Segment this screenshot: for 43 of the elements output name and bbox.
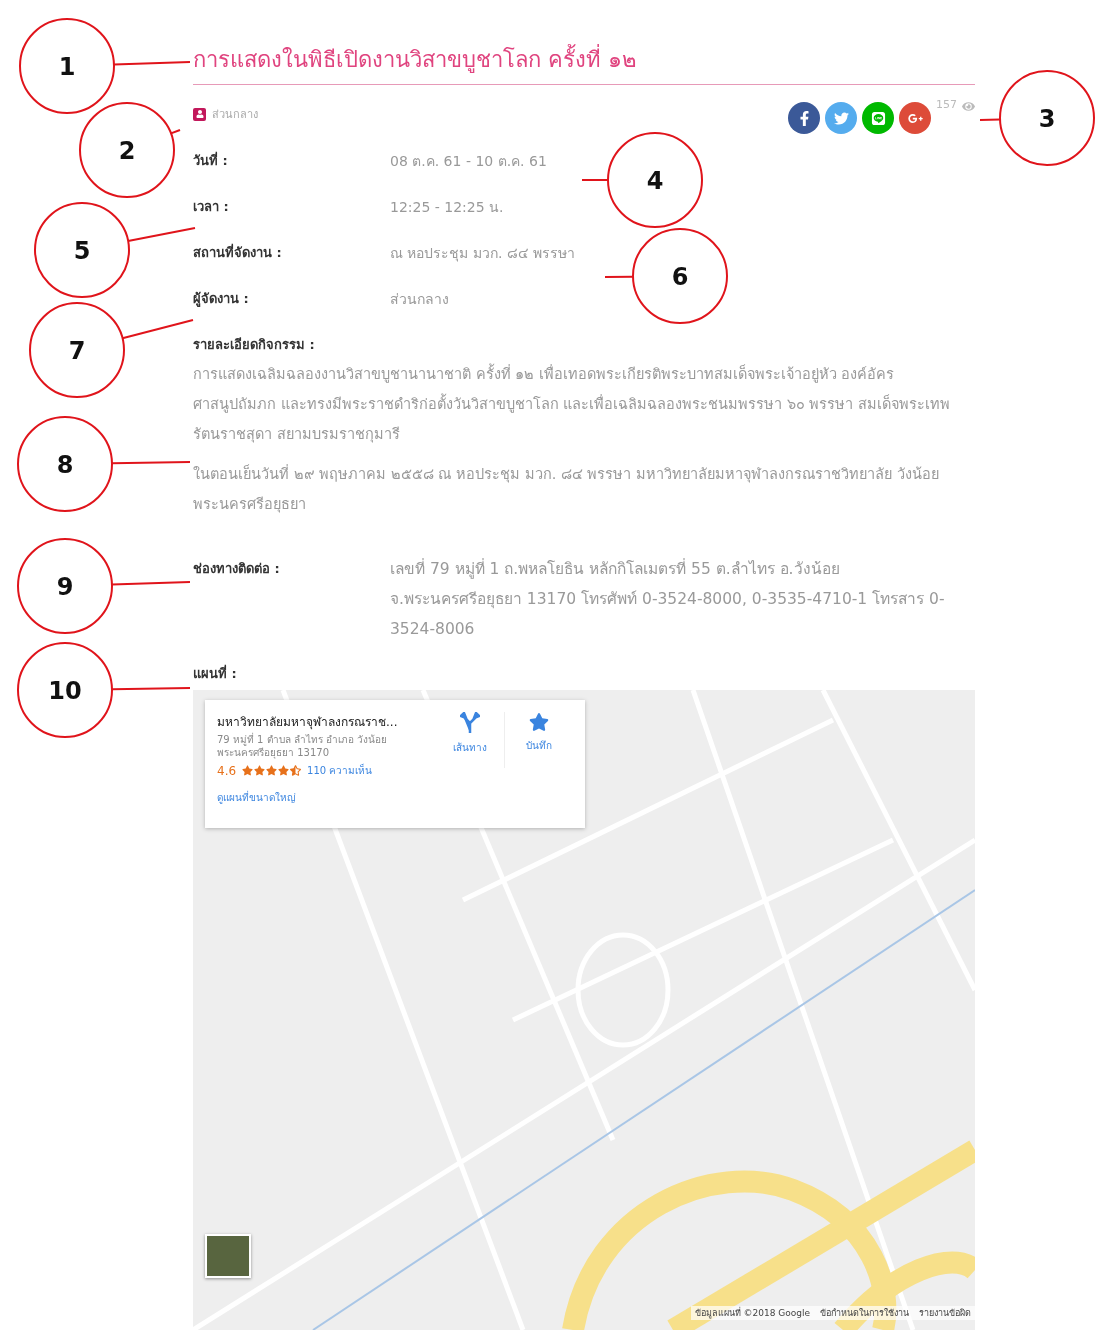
- map-footer-text[interactable]: ข้อกำหนดในการใช้งาน: [820, 1306, 909, 1320]
- star-icon: [254, 765, 266, 776]
- line-share-button[interactable]: [862, 102, 894, 134]
- view-count: 157: [936, 98, 957, 111]
- field-label: วันที่ :: [193, 150, 229, 170]
- map-footer-text: ข้อมูลแผนที่ ©2018 Google: [694, 1306, 810, 1320]
- contact-text: เลขที่ 79 หมู่ที่ 1 ถ.พหลโยธิน หลักกิโลเมตรที่ 55 ต.ลำไทร อ.วังน้อย จ.พระนครศรีอยุธยา 13170 โทรศัพท์ 0-3524-8000, 0-3535-4710-1 โทรสาร 0-3524-8006: [390, 557, 946, 640]
- section-label: แผนที่ :: [193, 663, 238, 683]
- star-icon: [242, 765, 254, 776]
- directions-button[interactable]: เส้นทาง: [435, 712, 505, 768]
- larger-map-link[interactable]: ดูแผนที่ขนาดใหญ่: [217, 790, 436, 805]
- half-star-icon: [290, 765, 302, 776]
- facebook-share-button[interactable]: [788, 102, 820, 134]
- googleplus-share-button[interactable]: [899, 102, 931, 134]
- save-button[interactable]: บันทึก: [504, 712, 573, 768]
- rating-value: 4.6: [217, 763, 237, 778]
- place-name: มหาวิทยาลัยมหาจุฬาลงกรณราช...: [217, 714, 399, 731]
- place-address: 79 หมู่ที่ 1 ตำบล ลำไทร อำเภอ วังน้อย พระนครศรีอยุธยา 13170: [217, 733, 389, 759]
- map-panel[interactable]: มหาวิทยาลัยมหาจุฬาลงกรณราช... 79 หมู่ที่ 1 ตำบล ลำไทร อำเภอ วังน้อย พระนครศรีอยุธยา 13170 4.6 110 ความเห็น ดูแผนที่ขนาดใหญ่ เส้นทาง บันทึก ข้อมูลแผนที่ ©2018 Google ข้อกำหนดในการใช้งาน รายงานข้อผิด: [193, 690, 975, 1330]
- field-label: ผู้จัดงาน :: [193, 290, 250, 309]
- eye-icon: [962, 100, 975, 113]
- twitter-bird-icon: [833, 110, 849, 126]
- star-icon: [529, 712, 550, 732]
- star-icon: [266, 765, 278, 776]
- satellite-thumbnail[interactable]: [205, 1234, 251, 1278]
- field-value: ส่วนกลาง: [390, 290, 450, 309]
- directions-icon: [460, 712, 481, 734]
- field-value: 12:25 - 12:25 น.: [390, 198, 505, 217]
- event-title: การแสดงในพิธีเปิดงานวิสาขบูชาโลก ครั้งที่ ๑๒: [193, 44, 975, 85]
- map-footer-text[interactable]: รายงานข้อผิด: [919, 1306, 971, 1320]
- section-label: รายละเอียดกิจกรรม :: [193, 336, 316, 354]
- twitter-share-button[interactable]: [825, 102, 857, 134]
- star-icon: [278, 765, 290, 776]
- field-value: ณ หอประชุม มวก. ๘๔ พรรษา: [390, 244, 577, 264]
- reviews-link[interactable]: 110 ความเห็น: [307, 763, 373, 778]
- description-paragraph: การแสดงเฉลิมฉลองงานวิสาขบูชานานาชาติ ครั้งที่ ๑๒ เพื่อเทอดพระเกียรติพระบาทสมเด็จพระเจ้าอยู่หัว องค์อัครศาสนูปถัมภก และทรงมีพระราชดำริก่อตั้งวันวิสาขบูชาโลก และเพื่อเฉลิมฉลองพระชนมพรรษา ๖๐ พรรษา สมเด็จพระเทพรัตนราชสุดา สยามบรมราชกุมารี: [193, 359, 975, 449]
- field-label: เวลา :: [193, 198, 230, 216]
- chat-bubble-icon: [870, 110, 886, 126]
- field-value: 08 ต.ค. 61 - 10 ต.ค. 61: [390, 152, 548, 171]
- description-paragraph: ในตอนเย็นวันที่ ๒๙ พฤษภาคม ๒๕๕๘ ณ หอประชุม มวก. ๘๔ พรรษา มหาวิทยาลัยมหาจุฬาลงกรณราชวิทยาลัย วังน้อย พระนครศรีอยุธยา: [193, 463, 940, 515]
- category-icon: [193, 107, 206, 121]
- field-label: ช่องทางติดต่อ :: [193, 560, 281, 578]
- category-text: ส่วนกลาง: [212, 107, 258, 123]
